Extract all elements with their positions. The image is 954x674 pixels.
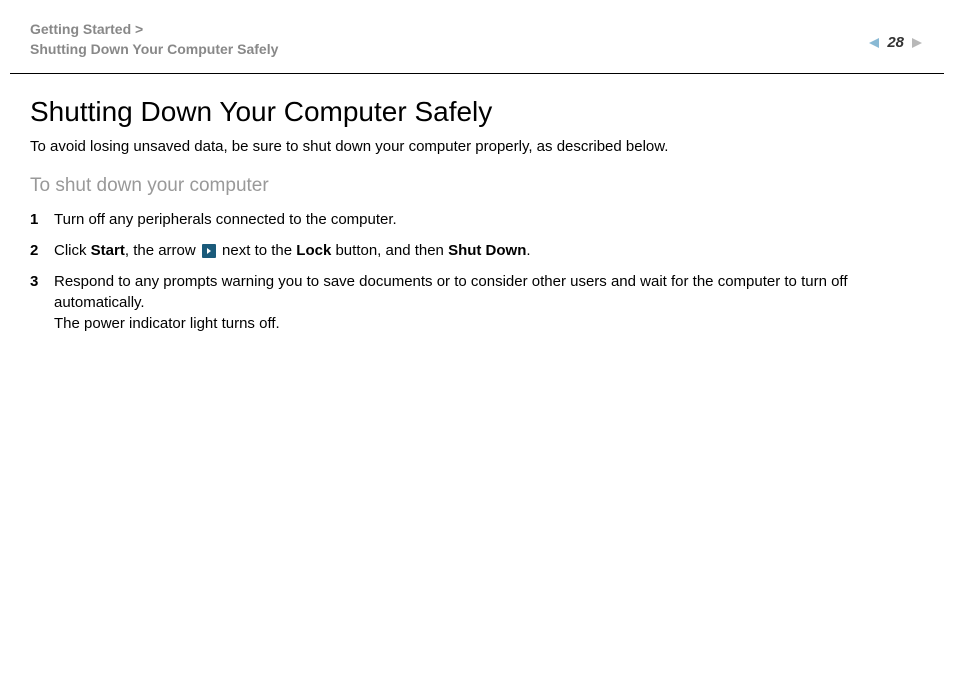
steps-list: 1 Turn off any peripherals connected to …: [30, 209, 924, 334]
step-text: Turn off any peripherals connected to th…: [54, 209, 924, 230]
step-number: 1: [30, 209, 54, 230]
step-item: 2 Click Start, the arrow next to the Loc…: [30, 240, 924, 261]
section-subheading: To shut down your computer: [30, 175, 924, 197]
arrow-icon: [202, 244, 216, 258]
page-number: 28: [887, 34, 904, 51]
next-page-arrow-icon[interactable]: [910, 36, 924, 50]
main-content: Shutting Down Your Computer Safely To av…: [0, 74, 954, 334]
step-item: 1 Turn off any peripherals connected to …: [30, 209, 924, 230]
step-text: Respond to any prompts warning you to sa…: [54, 271, 924, 334]
step-number: 2: [30, 240, 54, 261]
prev-page-arrow-icon[interactable]: [867, 36, 881, 50]
breadcrumb: Getting Started > Shutting Down Your Com…: [30, 20, 278, 59]
step-number: 3: [30, 271, 54, 334]
intro-text: To avoid losing unsaved data, be sure to…: [30, 138, 924, 155]
step-text: Click Start, the arrow next to the Lock …: [54, 240, 924, 261]
page-title: Shutting Down Your Computer Safely: [30, 96, 924, 128]
page-header: Getting Started > Shutting Down Your Com…: [0, 0, 954, 69]
breadcrumb-line2: Shutting Down Your Computer Safely: [30, 41, 278, 57]
breadcrumb-line1: Getting Started >: [30, 21, 143, 37]
step-item: 3 Respond to any prompts warning you to …: [30, 271, 924, 334]
page-navigation: 28: [867, 34, 924, 51]
